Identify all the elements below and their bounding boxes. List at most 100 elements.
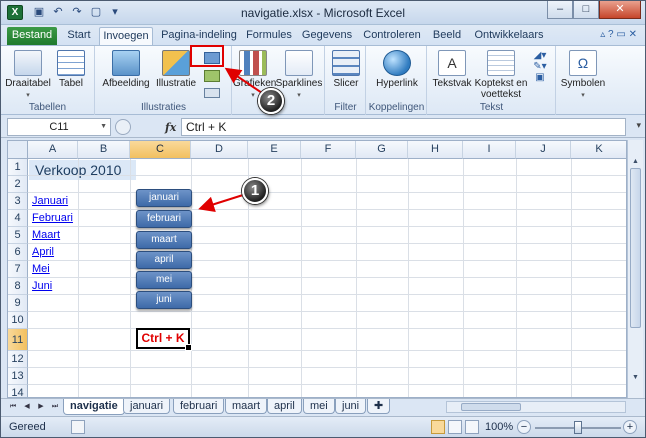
row-header-11[interactable]: 11	[8, 329, 28, 351]
tab-ontwikkelaars[interactable]: Ontwikkelaars	[471, 27, 547, 45]
nav-shape-button[interactable]: februari	[136, 210, 192, 228]
normal-view-icon[interactable]	[431, 420, 445, 434]
maximize-button[interactable]: □	[573, 1, 599, 19]
row-header-5[interactable]: 5	[8, 227, 28, 244]
horizontal-scrollbar[interactable]	[446, 401, 626, 413]
row-header-10[interactable]: 10	[8, 312, 28, 329]
row-header-3[interactable]: 3	[8, 193, 28, 210]
illustratie-button[interactable]: Illustratie	[154, 50, 198, 89]
prev-sheet-icon[interactable]: ◀	[21, 401, 33, 413]
hyperlink-button[interactable]: Hyperlink	[371, 50, 423, 89]
tabel-button[interactable]: Tabel	[53, 50, 89, 89]
sheet-tab-juni[interactable]: juni	[335, 399, 367, 414]
hyperlink-cell[interactable]: Juni	[32, 280, 52, 292]
row-header-14[interactable]: 14	[8, 385, 28, 397]
expand-formula-bar-icon[interactable]: ▾	[636, 120, 641, 131]
row-header-7[interactable]: 7	[8, 261, 28, 278]
nav-shape-button[interactable]: januari	[136, 189, 192, 207]
title-cell-a1[interactable]: Verkoop 2010	[29, 160, 136, 180]
last-sheet-icon[interactable]: ⏭	[49, 401, 61, 413]
hyperlink-cell[interactable]: Februari	[32, 212, 73, 224]
active-cell-c11[interactable]: Ctrl + K	[136, 328, 192, 351]
formula-zoom-icon[interactable]	[115, 119, 131, 135]
hyperlink-cell[interactable]: Mei	[32, 263, 50, 275]
row-header-1[interactable]: 1	[8, 159, 28, 176]
zoom-out-button[interactable]: −	[517, 420, 531, 434]
column-header-g[interactable]: G	[356, 141, 408, 159]
close-button[interactable]: ✕	[599, 1, 641, 19]
tab-beeld[interactable]: Beeld	[429, 27, 465, 45]
column-header-f[interactable]: F	[301, 141, 356, 159]
hyperlink-cell[interactable]: Maart	[32, 229, 60, 241]
grafieken-button[interactable]: Grafieken ▾	[233, 50, 276, 101]
sheet-tab-navigatie[interactable]: navigatie	[63, 399, 125, 415]
sheet-tab-april[interactable]: april	[267, 399, 302, 414]
nav-shape-button[interactable]: juni	[136, 291, 192, 309]
tab-gegevens[interactable]: Gegevens	[299, 27, 355, 45]
slicer-button[interactable]: Slicer	[330, 50, 362, 89]
scroll-up-arrow-icon[interactable]: ▲	[630, 156, 641, 168]
nav-shape-button[interactable]: mei	[136, 271, 192, 289]
column-header-d[interactable]: D	[191, 141, 248, 159]
tab-start[interactable]: Start	[61, 27, 97, 45]
help-icon[interactable]: ▵ ? ▭ ✕	[600, 29, 637, 40]
insert-sheet-icon[interactable]: ✚	[367, 399, 391, 414]
worksheet-grid[interactable]: Verkoop 2010 A B C D E F G H I J K 1 2 3 4 5 6 7 8 9 10 11 12 1…	[7, 140, 627, 398]
horizontal-scroll-thumb[interactable]	[461, 403, 521, 411]
draaitabel-button[interactable]: Draaitabel ▾	[5, 50, 51, 101]
row-header-12[interactable]: 12	[8, 351, 28, 368]
symbolen-button[interactable]: Ω Symbolen ▾	[559, 50, 607, 101]
column-header-a[interactable]: A	[28, 141, 78, 159]
macro-record-icon[interactable]	[71, 420, 85, 434]
name-box[interactable]: C11 ▼	[7, 118, 111, 136]
column-header-i[interactable]: I	[463, 141, 516, 159]
select-all-corner[interactable]	[8, 141, 28, 159]
tab-bestand[interactable]: Bestand	[7, 27, 57, 45]
next-sheet-icon[interactable]: ▶	[35, 401, 47, 413]
shapes-button[interactable]	[200, 52, 224, 64]
nav-shape-button[interactable]: maart	[136, 231, 192, 249]
tab-pagina-indeling[interactable]: Pagina-indeling	[157, 27, 241, 45]
column-header-e[interactable]: E	[248, 141, 301, 159]
row-header-4[interactable]: 4	[8, 210, 28, 227]
scroll-down-arrow-icon[interactable]: ▼	[630, 372, 641, 384]
vertical-scroll-thumb[interactable]	[630, 168, 641, 328]
column-header-h[interactable]: H	[408, 141, 463, 159]
sheet-tab-maart[interactable]: maart	[225, 399, 268, 414]
tab-controleren[interactable]: Controleren	[359, 27, 425, 45]
column-header-j[interactable]: J	[516, 141, 571, 159]
wordart-button[interactable]: ◢▾ ✎▾ ▣	[530, 50, 550, 83]
zoom-level[interactable]: 100%	[485, 421, 513, 433]
vertical-scrollbar[interactable]: ▲ ▼	[627, 140, 643, 398]
row-header-6[interactable]: 6	[8, 244, 28, 261]
column-header-b[interactable]: B	[78, 141, 130, 159]
sheet-tab-februari[interactable]: februari	[173, 399, 225, 414]
formula-input[interactable]: Ctrl + K	[181, 118, 626, 136]
name-box-dropdown-icon[interactable]: ▼	[100, 119, 107, 135]
page-layout-view-icon[interactable]	[448, 420, 462, 434]
afbeelding-button[interactable]: Afbeelding	[100, 50, 152, 89]
zoom-in-button[interactable]: +	[623, 420, 637, 434]
tekstvak-button[interactable]: A Tekstvak	[430, 50, 474, 89]
column-header-k[interactable]: K	[571, 141, 626, 159]
sheet-tab-januari[interactable]: januari	[123, 399, 171, 414]
sheet-tab-mei[interactable]: mei	[303, 399, 335, 414]
page-break-view-icon[interactable]	[465, 420, 479, 434]
row-header-8[interactable]: 8	[8, 278, 28, 295]
nav-shape-button[interactable]: april	[136, 251, 192, 269]
tab-formules[interactable]: Formules	[243, 27, 295, 45]
row-header-13[interactable]: 13	[8, 368, 28, 385]
first-sheet-icon[interactable]: ⏮	[7, 401, 19, 413]
screenshot-button[interactable]	[200, 88, 224, 98]
tab-invoegen[interactable]: Invoegen	[99, 27, 153, 45]
column-header-c[interactable]: C	[130, 141, 191, 159]
sparklines-button[interactable]: Sparklines ▾	[275, 50, 323, 101]
koptekst-button[interactable]: Koptekst en voettekst	[474, 50, 528, 100]
smartart-button[interactable]	[200, 70, 224, 82]
hyperlink-cell[interactable]: Januari	[32, 195, 68, 207]
hyperlink-cell[interactable]: April	[32, 246, 54, 258]
row-header-9[interactable]: 9	[8, 295, 28, 312]
row-header-2[interactable]: 2	[8, 176, 28, 193]
zoom-slider-thumb[interactable]	[574, 421, 582, 434]
insert-function-button[interactable]: fx	[165, 121, 176, 134]
